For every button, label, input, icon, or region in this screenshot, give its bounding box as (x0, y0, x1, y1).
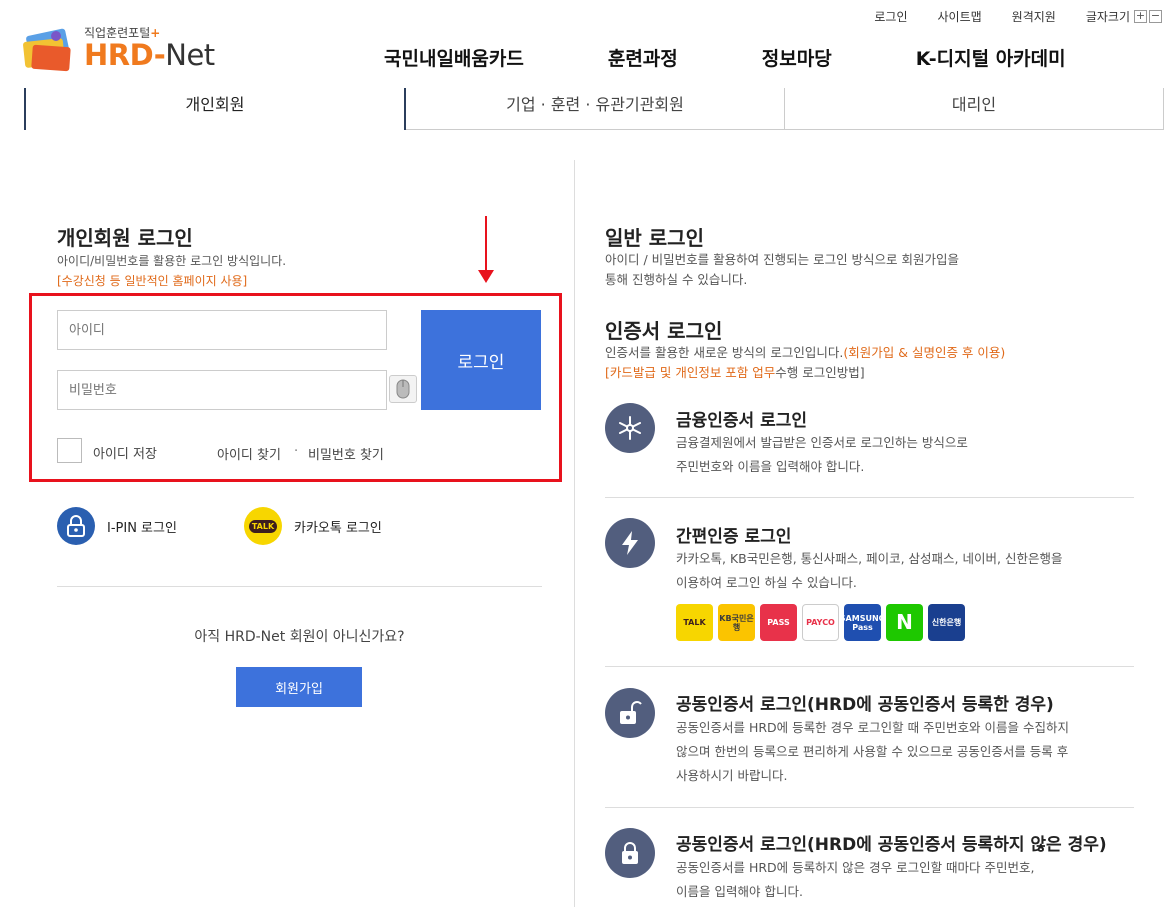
password-input[interactable] (57, 370, 387, 410)
naver-provider-icon[interactable]: N (886, 604, 923, 641)
tab-organization[interactable]: 기업 · 훈련 · 유관기관회원 (406, 88, 785, 130)
samsung-pass-provider-icon[interactable]: SAMSUNG Pass (840, 604, 885, 641)
kakao-provider-icon[interactable]: TALK (676, 604, 713, 641)
logo-wordmark: HRD-Net (84, 38, 215, 72)
find-id-link[interactable]: 아이디 찾기 (217, 444, 281, 463)
financial-cert-login-desc: 금융결제원에서 발급받은 인증서로 로그인하는 방식으로 주민번호와 이름을 입… (676, 435, 968, 474)
nav-item-card[interactable]: 국민내일배움카드 (384, 44, 524, 71)
logo-mark-icon (23, 28, 71, 72)
shinhan-provider-icon[interactable]: 신한은행 (928, 604, 965, 641)
font-increase-button[interactable]: + (1134, 10, 1147, 23)
financial-cert-login-title[interactable]: 금융인증서 로그인 (676, 406, 807, 431)
simple-auth-login-title[interactable]: 간편인증 로그인 (676, 522, 791, 547)
lock-icon (605, 828, 655, 878)
tab-individual[interactable]: 개인회원 (24, 88, 406, 130)
joint-cert-unregistered-desc: 공동인증서를 HRD에 등록하지 않은 경우 로그인할 때마다 주민번호, 이름… (676, 860, 1035, 899)
individual-login-note: [수강신청 등 일반적인 홈페이지 사용] (57, 274, 248, 288)
general-login-title: 일반 로그인 (605, 226, 704, 250)
kakao-login-link[interactable]: 카카오톡 로그인 (294, 517, 382, 536)
red-arrow-annotation (478, 216, 494, 283)
utility-bar: 로그인 사이트맵 원격지원 글자크기 + − (844, 8, 1162, 25)
font-decrease-button[interactable]: − (1149, 10, 1162, 23)
joint-cert-registered-desc: 공동인증서를 HRD에 등록한 경우 로그인할 때 주민번호와 이름을 수집하지… (676, 720, 1069, 783)
member-type-tabs: 개인회원 기업 · 훈련 · 유관기관회원 대리인 (24, 88, 1164, 130)
cert-login-title: 인증서 로그인 (605, 319, 723, 343)
financial-cert-icon (605, 403, 655, 453)
kakao-talk-icon[interactable]: TALK (244, 507, 282, 545)
login-button[interactable]: 로그인 (421, 310, 541, 410)
virtual-keyboard-button[interactable] (389, 375, 417, 403)
save-id-label: 아이디 저장 (93, 447, 157, 462)
tab-agent[interactable]: 대리인 (785, 88, 1164, 130)
nav-item-courses[interactable]: 훈련과정 (608, 44, 678, 71)
payco-provider-icon[interactable]: PAYCO (802, 604, 839, 641)
cert-login-desc: 인증서를 활용한 새로운 방식의 로그인입니다.(회원가입 & 실명인증 후 이… (605, 345, 1006, 380)
save-id-checkbox[interactable] (57, 438, 82, 463)
joint-cert-registered-title[interactable]: 공동인증서 로그인(HRD에 공동인증서 등록한 경우) (676, 690, 1054, 715)
hrd-net-logo[interactable]: 직업훈련포털+ HRD-Net (22, 22, 222, 72)
lightning-icon (605, 518, 655, 568)
find-password-link[interactable]: 비밀번호 찾기 (308, 444, 384, 463)
util-sitemap-link[interactable]: 사이트맵 (937, 8, 981, 25)
mouse-icon (396, 379, 410, 399)
method-divider (605, 666, 1134, 667)
join-button[interactable]: 회원가입 (236, 667, 362, 707)
id-input[interactable] (57, 310, 387, 350)
provider-list: TALK KB국민은행 PASS PAYCO SAMSUNG Pass N 신한… (676, 604, 970, 641)
joint-cert-unregistered-title[interactable]: 공동인증서 로그인(HRD에 공동인증서 등록하지 않은 경우) (676, 830, 1107, 855)
util-remote-support-link[interactable]: 원격지원 (1012, 8, 1056, 25)
link-separator: · (294, 444, 299, 459)
ipin-lock-icon[interactable] (57, 507, 95, 545)
main-nav: 국민내일배움카드 훈련과정 정보마당 K-디지털 아카데미 (384, 44, 1066, 71)
method-divider (605, 497, 1134, 498)
ipin-login-link[interactable]: I-PIN 로그인 (107, 517, 177, 536)
kb-provider-icon[interactable]: KB국민은행 (718, 604, 755, 641)
nav-item-k-digital[interactable]: K-디지털 아카데미 (916, 44, 1066, 71)
simple-auth-login-desc: 카카오톡, KB국민은행, 통신사패스, 페이코, 삼성패스, 네이버, 신한은… (676, 551, 1063, 590)
not-member-text: 아직 HRD-Net 회원이 아니신가요? (194, 629, 405, 645)
left-divider (57, 586, 542, 587)
nav-item-info[interactable]: 정보마당 (762, 44, 832, 71)
individual-login-title: 개인회원 로그인 (57, 226, 193, 250)
font-size-label: 글자크기 (1085, 10, 1130, 24)
util-login-link[interactable]: 로그인 (874, 8, 907, 25)
unlock-icon (605, 688, 655, 738)
column-divider (574, 160, 575, 907)
pass-provider-icon[interactable]: PASS (760, 604, 797, 641)
method-divider (605, 807, 1134, 808)
individual-login-desc: 아이디/비밀번호를 활용한 로그인 방식입니다. (57, 254, 287, 268)
general-login-desc: 아이디 / 비밀번호를 활용하여 진행되는 로그인 방식으로 회원가입을 통해 … (605, 252, 960, 287)
